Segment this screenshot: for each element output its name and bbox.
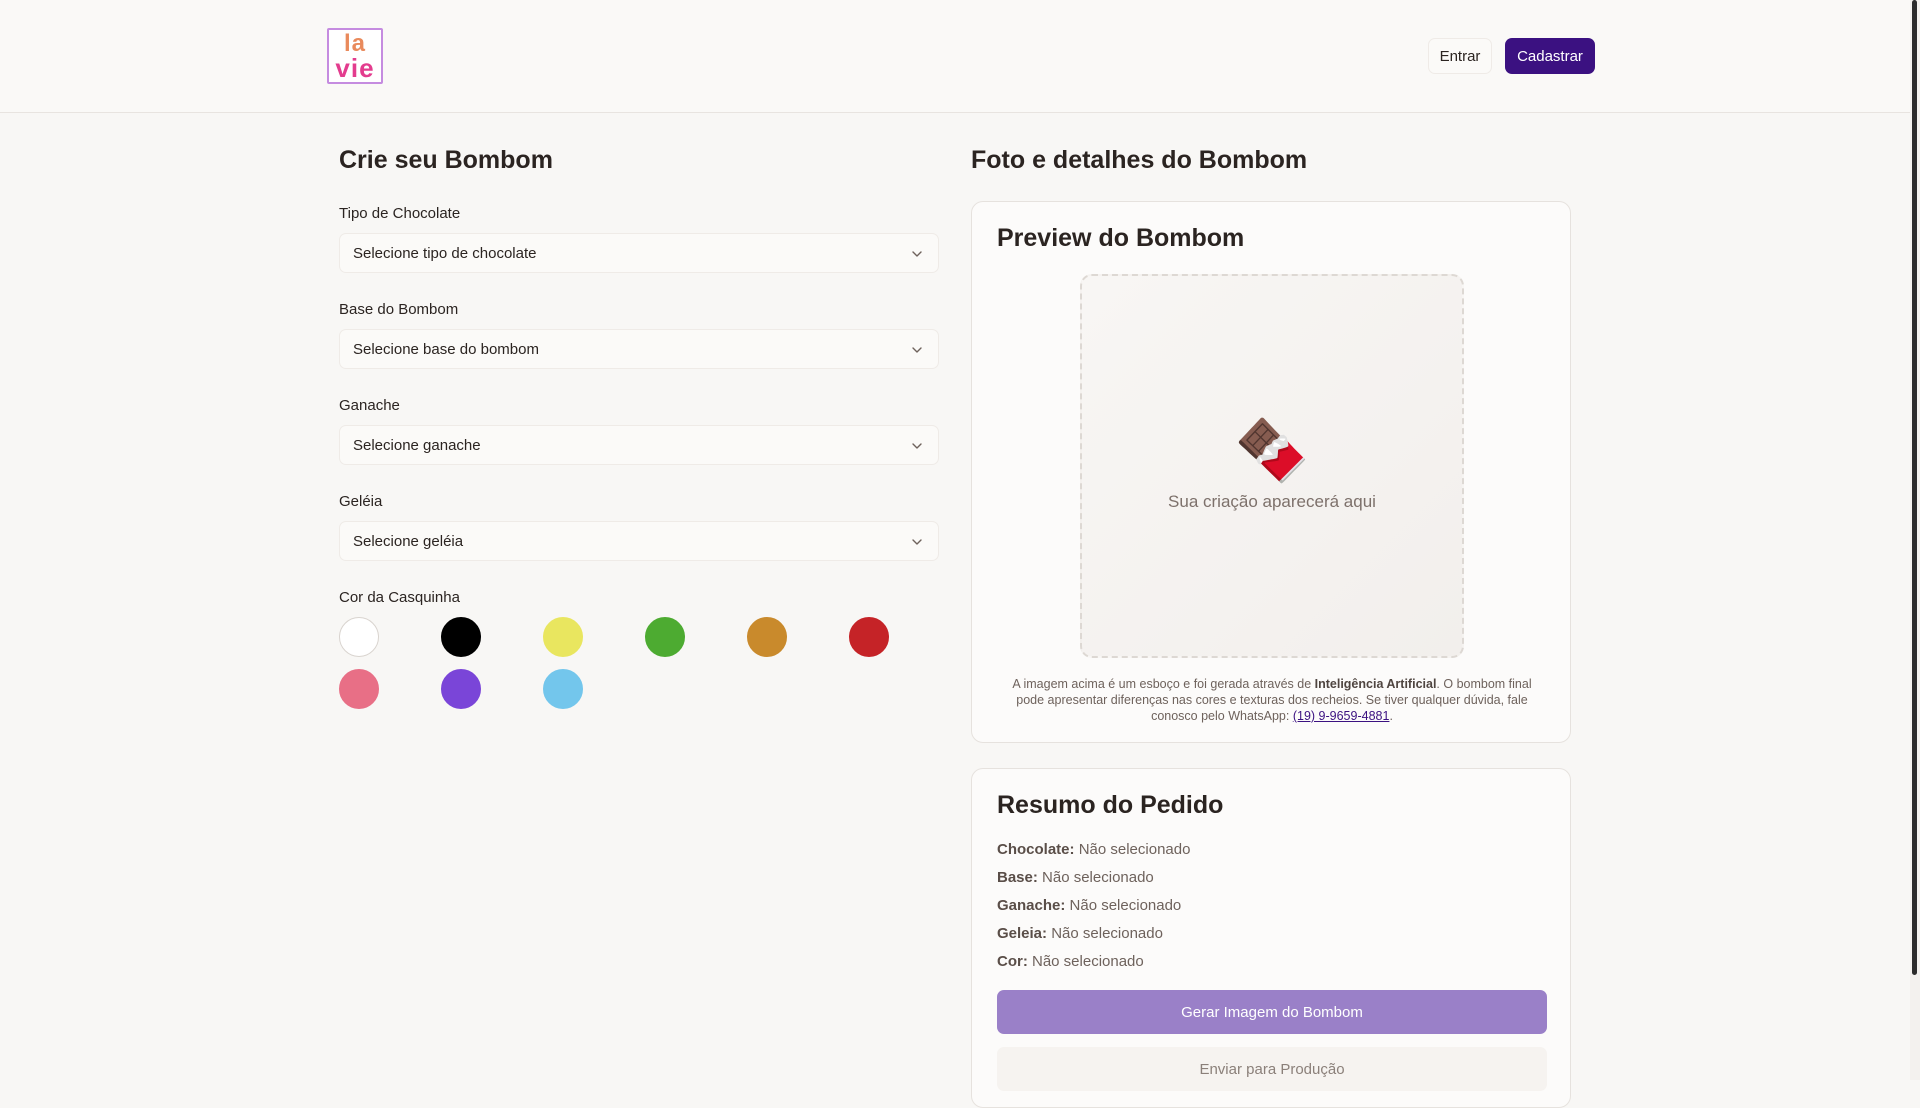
chocolate-type-label: Tipo de Chocolate <box>339 205 461 222</box>
chocolate-type-select-value: Selecione tipo de chocolate <box>353 244 537 262</box>
geleia-select[interactable]: Selecione geléia <box>339 521 939 561</box>
geleia-select-value: Selecione geléia <box>353 532 464 550</box>
whatsapp-link[interactable]: (19) 9-9659-4881 <box>1293 709 1390 723</box>
signup-button[interactable]: Cadastrar <box>1505 38 1595 74</box>
details-title: Foto e detalhes do Bombom <box>971 146 1308 174</box>
scrollbar-thumb[interactable] <box>1912 0 1917 975</box>
builder-title: Crie seu Bombom <box>339 146 553 174</box>
summary-row-cor: Cor: Não selecionado <box>997 953 1144 970</box>
order-summary-title: Resumo do Pedido <box>997 791 1224 819</box>
shell-color-swatch[interactable] <box>339 669 379 709</box>
ai-disclaimer-bold: Inteligência Artificial <box>1314 677 1437 691</box>
preview-card: Preview do Bombom 🍫 Sua criação aparecer… <box>971 201 1571 743</box>
shell-color-swatch[interactable] <box>339 617 379 657</box>
shell-color-label: Cor da Casquinha <box>339 589 460 606</box>
base-select[interactable]: Selecione base do bombom <box>339 329 939 369</box>
geleia-label: Geléia <box>339 493 383 510</box>
chevron-down-icon <box>912 443 922 449</box>
preview-title: Preview do Bombom <box>997 224 1245 252</box>
chocolate-bar-icon: 🍫 <box>1234 417 1310 484</box>
shell-color-swatch[interactable] <box>747 617 787 657</box>
shell-color-swatch[interactable] <box>543 617 583 657</box>
chevron-down-icon <box>912 539 922 545</box>
top-header: la vie Entrar Cadastrar <box>0 0 1910 113</box>
preview-image-area: 🍫 Sua criação aparecerá aqui <box>1080 274 1464 658</box>
summary-row-chocolate: Chocolate: Não selecionado <box>997 841 1191 858</box>
chocolate-type-select[interactable]: Selecione tipo de chocolate <box>339 233 939 273</box>
summary-row-ganache: Ganache: Não selecionado <box>997 897 1182 914</box>
order-summary-card: Resumo do Pedido Chocolate: Não selecion… <box>971 768 1571 1108</box>
logo[interactable]: la vie <box>327 28 383 84</box>
chevron-down-icon <box>912 251 922 257</box>
shell-color-swatch[interactable] <box>645 617 685 657</box>
ai-disclaimer: A imagem acima é um esboço e foi gerada … <box>1012 677 1532 723</box>
chevron-down-icon <box>912 347 922 353</box>
summary-row-base: Base: Não selecionado <box>997 869 1154 886</box>
summary-row-geleia: Geleia: Não selecionado <box>997 925 1163 942</box>
login-button[interactable]: Entrar <box>1428 38 1492 74</box>
shell-color-swatch[interactable] <box>441 617 481 657</box>
base-select-value: Selecione base do bombom <box>353 340 539 358</box>
shell-color-swatch[interactable] <box>543 669 583 709</box>
ganache-select-value: Selecione ganache <box>353 436 481 454</box>
send-to-production-button[interactable]: Enviar para Produção <box>997 1047 1547 1091</box>
logo-text-line2: vie <box>335 53 375 83</box>
generate-image-button[interactable]: Gerar Imagem do Bombom <box>997 990 1547 1034</box>
base-label: Base do Bombom <box>339 301 459 318</box>
shell-color-swatch[interactable] <box>441 669 481 709</box>
ganache-label: Ganache <box>339 397 400 414</box>
shell-color-swatch[interactable] <box>849 617 889 657</box>
preview-placeholder-text: Sua criação aparecerá aqui <box>1168 492 1376 511</box>
page-scrollbar[interactable] <box>1910 0 1920 1080</box>
ganache-select[interactable]: Selecione ganache <box>339 425 939 465</box>
